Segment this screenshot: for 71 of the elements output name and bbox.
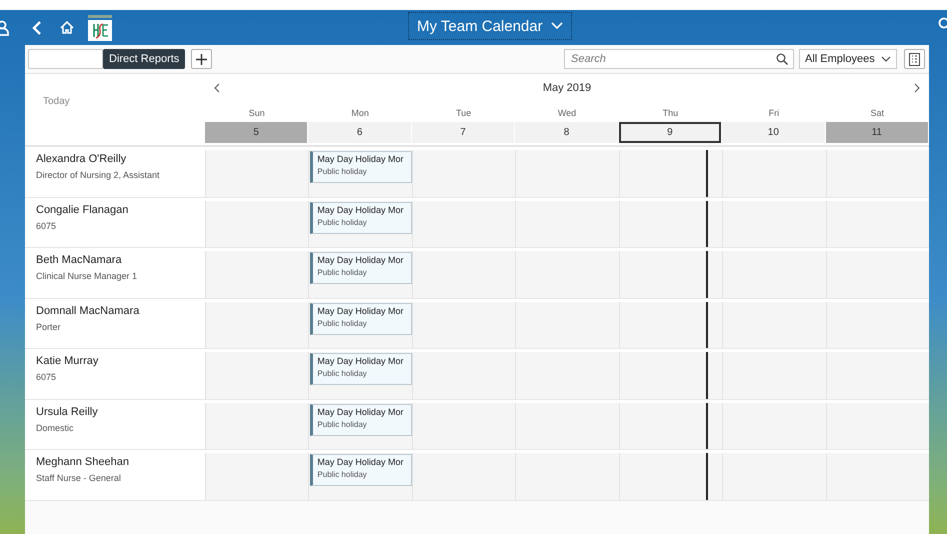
employee-name: Ursula Reilly [36,406,99,418]
employee-title: Clinical Nurse Manager 1 [36,271,138,281]
date-cell[interactable]: 5 [205,122,308,143]
appointment-type: Public holiday [317,470,368,479]
current-time-line [706,402,708,449]
current-time-line [706,352,708,398]
date-cell[interactable]: 7 [412,122,514,143]
appointment-title: May Day Holiday Mor [317,457,404,467]
current-time-line [706,150,708,196]
list-icon [909,52,920,66]
date-cell[interactable]: 10 [722,122,825,143]
date-cell[interactable]: 8 [515,122,618,143]
appointment[interactable]: May Day Holiday Mor Public holiday [310,252,412,284]
weekday-label: Thu [662,107,680,120]
appointment[interactable]: May Day Holiday Mor Public holiday [310,151,412,183]
weekday-label: Sat [870,107,886,120]
weekday-label: Tue [454,107,472,120]
current-time-line [706,251,708,298]
appointment-title: May Day Holiday Mor [317,255,404,265]
chevron-down-icon [881,56,891,62]
employee-name: Katie Murray [36,355,100,367]
employee-title: 6075 [36,372,58,382]
employee-title: Porter [36,322,62,332]
weekday-label: Fri [768,107,780,120]
employee-title: Domestic [36,422,75,432]
appointment-type: Public holiday [317,268,368,277]
employee-name: Domnall MacNamara [36,304,140,316]
app-title-menu[interactable]: My Team Calendar [408,12,572,40]
weekday-label: Sun [248,107,266,120]
current-time-line [706,200,708,247]
employee-filter-dropdown[interactable]: All Employees [799,49,897,69]
appointment-title: May Day Holiday Mor [317,154,404,164]
employee-title: 6075 [36,220,58,230]
weekday-label: Wed [556,107,578,120]
date-cell[interactable]: 11 [826,122,928,143]
date-cell[interactable]: 6 [308,122,411,143]
appointment-type: Public holiday [317,318,368,328]
employee-title: Staff Nurse - General [36,473,122,483]
search-field[interactable]: Search [564,49,794,69]
employee-name: Meghann Sheehan [36,456,130,468]
appointment-type: Public holiday [317,420,368,428]
chevron-down-icon [550,22,563,30]
employee-name: Beth MacNamara [36,254,123,266]
appointment[interactable]: May Day Holiday Mor Public holiday [310,404,412,436]
appointment[interactable]: May Day Holiday Mor Public holiday [310,454,412,486]
appointment[interactable]: May Day Holiday Mor Public holiday [310,202,412,234]
appointment-type: Public holiday [317,218,368,226]
appointment[interactable]: May Day Holiday Mor Public holiday [310,353,412,385]
appointment[interactable]: May Day Holiday Mor Public holiday [310,302,412,334]
logo-icon [88,14,112,40]
input-field[interactable] [28,49,103,69]
tooltip: Direct Reports [103,49,186,69]
appointment-title: May Day Holiday Mor [317,356,404,366]
appointment-title: May Day Holiday Mor [317,406,404,416]
current-time-line [706,453,708,500]
appointment-type: Public holiday [317,369,368,378]
weekday-label: Mon [350,107,370,120]
add-button[interactable] [191,49,212,69]
appointment-title: May Day Holiday Mor [317,204,404,214]
appointment-title: May Day Holiday Mor [317,306,404,316]
current-time-line [706,302,708,348]
month-label[interactable]: May 2019 [542,82,592,94]
plus-icon [196,54,208,64]
employee-title: Director of Nursing 2, Assistant [36,170,161,180]
date-cell[interactable]: 9 [618,122,722,143]
list-view-button[interactable] [904,49,925,69]
employee-name: Congalie Flanagan [36,204,130,216]
employee-name: Alexandra O'Reilly [36,153,128,165]
search-icon[interactable] [937,17,947,31]
appointment-type: Public holiday [317,167,368,176]
today-button[interactable]: Today [43,96,70,107]
